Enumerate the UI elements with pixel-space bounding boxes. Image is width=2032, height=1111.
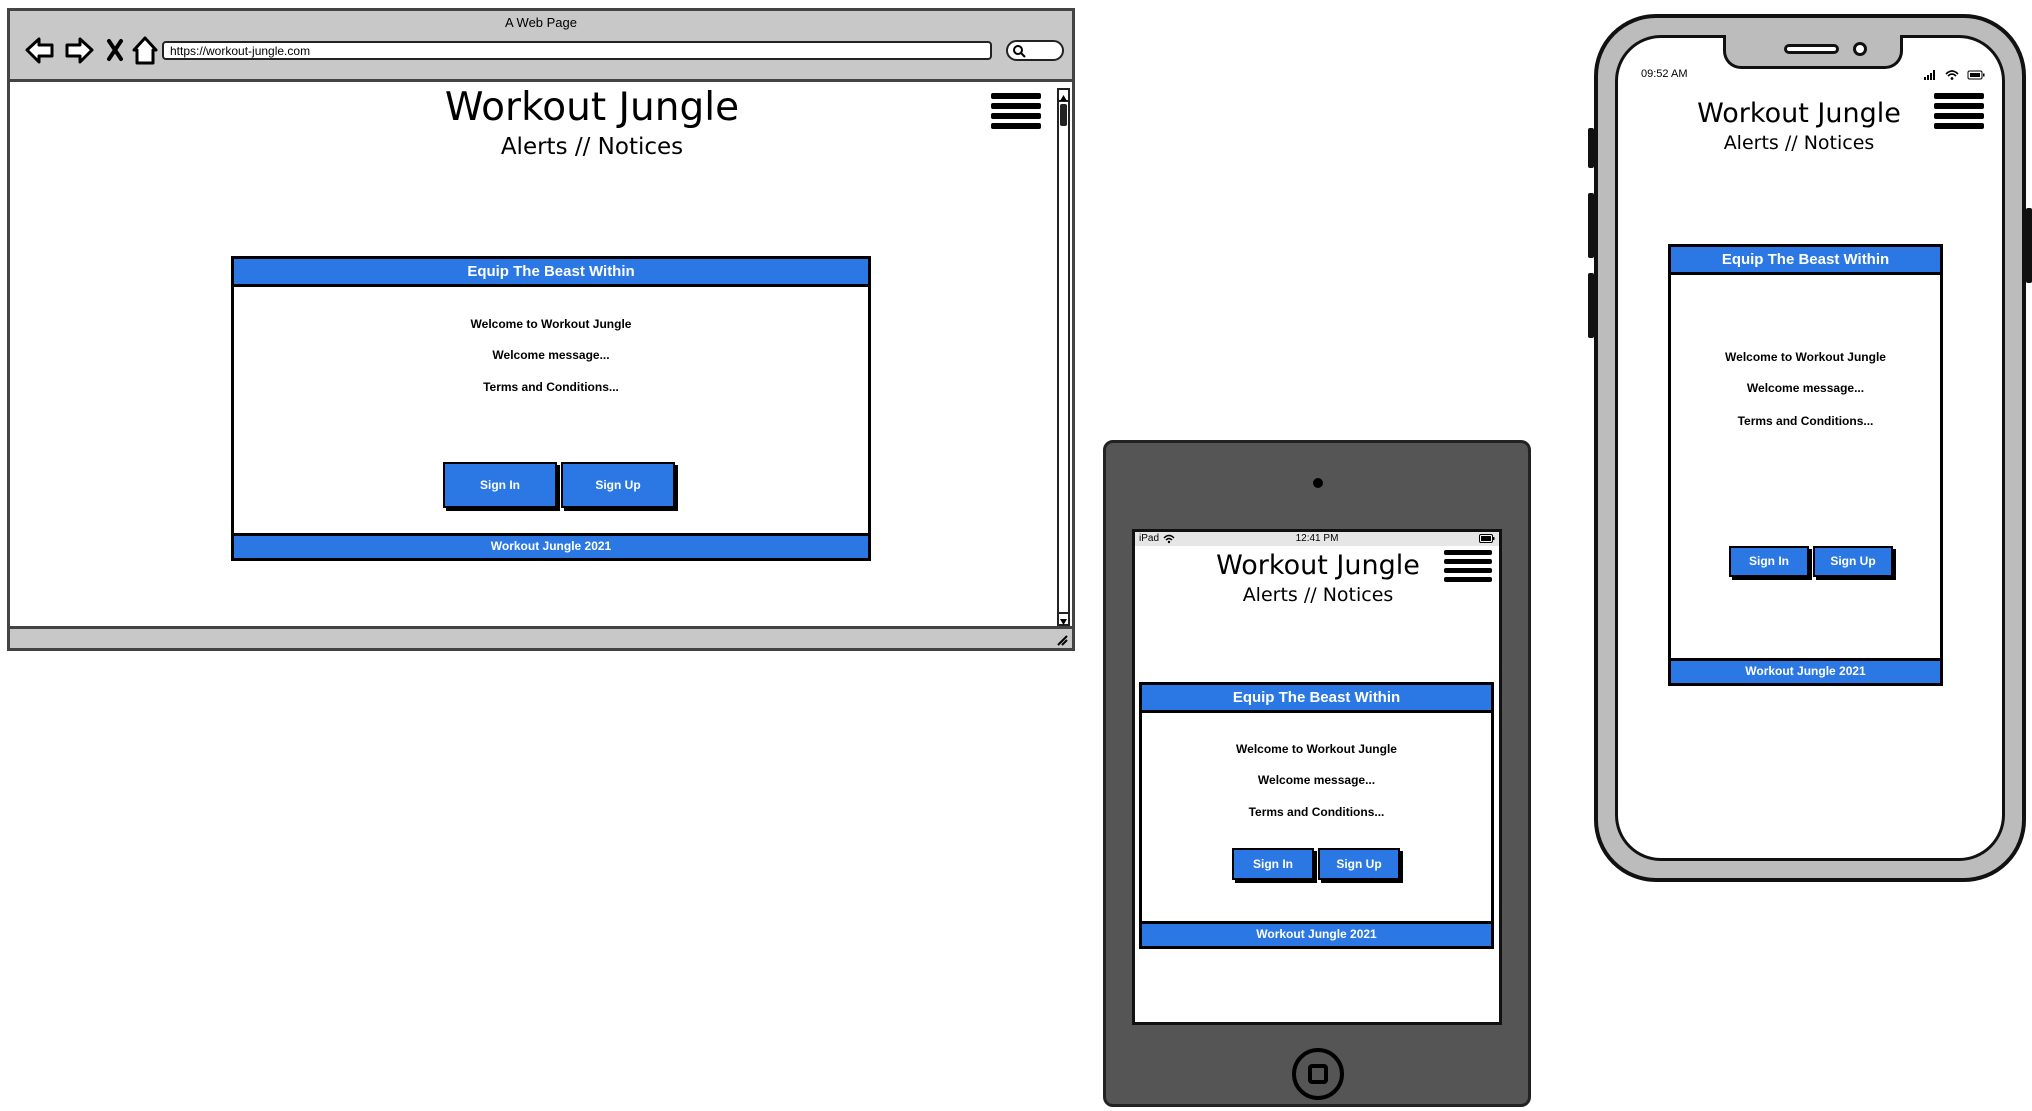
home-icon[interactable] bbox=[132, 36, 158, 65]
sign-up-button[interactable]: Sign Up bbox=[561, 462, 675, 508]
url-bar[interactable]: https://workout-jungle.com bbox=[162, 41, 992, 60]
welcome-text: Welcome to Workout Jungle bbox=[470, 317, 632, 331]
phone-clock: 09:52 AM bbox=[1641, 68, 1688, 80]
welcome-text: Welcome to Workout Jungle bbox=[1236, 742, 1397, 756]
camera-icon bbox=[1313, 478, 1323, 488]
card-footer: Workout Jungle 2021 bbox=[234, 533, 868, 558]
search-icon bbox=[1013, 45, 1026, 58]
forward-arrow-icon[interactable] bbox=[65, 37, 94, 64]
welcome-message: Welcome message... bbox=[492, 348, 610, 362]
sign-up-button[interactable]: Sign Up bbox=[1813, 546, 1893, 577]
volume-up-button bbox=[1588, 193, 1594, 258]
hamburger-menu-icon[interactable] bbox=[1444, 550, 1492, 582]
page-title: Workout Jungle bbox=[444, 85, 740, 130]
card-header: Equip The Beast Within bbox=[1671, 247, 1940, 275]
front-camera-icon bbox=[1853, 42, 1867, 56]
scrollbar[interactable] bbox=[1057, 88, 1070, 626]
page-subtitle: Alerts // Notices bbox=[1242, 584, 1394, 606]
page-subtitle: Alerts // Notices bbox=[500, 134, 684, 160]
sign-in-button[interactable]: Sign In bbox=[443, 462, 557, 508]
tablet-screen: iPad 12:41 PM Workout Jungle Alerts // N… bbox=[1132, 529, 1502, 1025]
signal-icon bbox=[1924, 70, 1935, 80]
back-arrow-icon[interactable] bbox=[25, 37, 54, 64]
browser-nav-icons bbox=[25, 36, 158, 65]
browser-status-bar bbox=[10, 626, 1072, 648]
tablet-status-bar: iPad 12:41 PM bbox=[1135, 532, 1499, 546]
sign-up-button[interactable]: Sign Up bbox=[1318, 848, 1400, 880]
power-button bbox=[2026, 208, 2032, 283]
battery-icon bbox=[1479, 534, 1495, 543]
card-footer: Workout Jungle 2021 bbox=[1671, 658, 1940, 683]
volume-down-button bbox=[1588, 273, 1594, 338]
battery-icon bbox=[1967, 70, 1985, 80]
terms-link[interactable]: Terms and Conditions... bbox=[1142, 805, 1491, 819]
phone-device: 09:52 AM Workout Jungle Alerts // Notice… bbox=[1588, 14, 2032, 882]
terms-link[interactable]: Terms and Conditions... bbox=[1671, 414, 1940, 428]
card-header: Equip The Beast Within bbox=[1142, 685, 1491, 713]
browser-window: A Web Page https://workout-jungle.com Wo… bbox=[7, 8, 1075, 651]
tablet-device: iPad 12:41 PM Workout Jungle Alerts // N… bbox=[1103, 440, 1531, 1107]
card-header: Equip The Beast Within bbox=[234, 259, 868, 287]
phone-notch bbox=[1723, 35, 1903, 69]
scroll-up-icon[interactable] bbox=[1059, 93, 1068, 103]
phone-status-icons bbox=[1924, 70, 1985, 80]
browser-window-title: A Web Page bbox=[504, 15, 578, 30]
tablet-clock: 12:41 PM bbox=[1295, 533, 1339, 544]
close-icon[interactable] bbox=[107, 39, 123, 61]
mute-switch bbox=[1588, 128, 1594, 168]
phone-screen: 09:52 AM Workout Jungle Alerts // Notice… bbox=[1615, 35, 2005, 861]
sign-in-button[interactable]: Sign In bbox=[1729, 546, 1809, 577]
wifi-icon bbox=[1945, 70, 1959, 80]
welcome-card: Equip The Beast Within Welcome to Workou… bbox=[1139, 682, 1494, 949]
hamburger-menu-icon[interactable] bbox=[991, 93, 1041, 129]
page-title: Workout Jungle bbox=[1697, 98, 1901, 129]
browser-toolbar: A Web Page https://workout-jungle.com bbox=[10, 11, 1072, 82]
page-subtitle: Alerts // Notices bbox=[1723, 132, 1875, 154]
browser-search-field[interactable] bbox=[1006, 40, 1064, 61]
sign-in-button[interactable]: Sign In bbox=[1232, 848, 1314, 880]
welcome-card: Equip The Beast Within Welcome to Workou… bbox=[1668, 244, 1943, 686]
terms-link[interactable]: Terms and Conditions... bbox=[234, 380, 868, 394]
welcome-text: Welcome to Workout Jungle bbox=[1725, 350, 1886, 364]
home-button-icon[interactable] bbox=[1292, 1048, 1344, 1100]
welcome-card: Equip The Beast Within Welcome to Workou… bbox=[231, 256, 871, 561]
scrollbar-thumb[interactable] bbox=[1060, 104, 1067, 126]
page-title: Workout Jungle bbox=[1216, 550, 1420, 581]
welcome-message: Welcome message... bbox=[1257, 773, 1376, 787]
resize-grip-icon[interactable] bbox=[1054, 632, 1068, 646]
welcome-message: Welcome message... bbox=[1746, 381, 1865, 395]
card-footer: Workout Jungle 2021 bbox=[1142, 921, 1491, 946]
hamburger-menu-icon[interactable] bbox=[1934, 93, 1984, 129]
speaker-icon bbox=[1784, 44, 1839, 54]
